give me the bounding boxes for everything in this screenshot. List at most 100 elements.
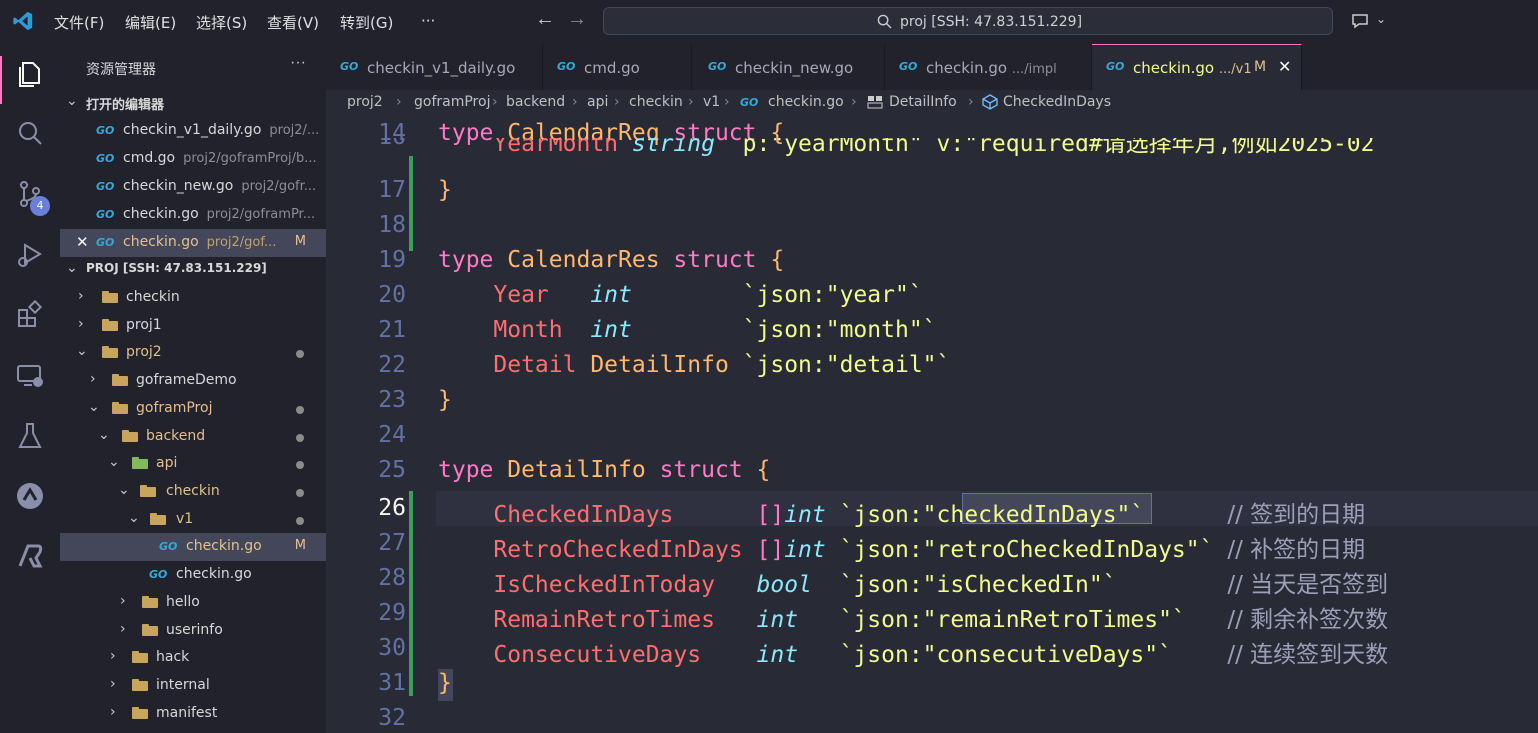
breadcrumb-separator: ›: [614, 94, 620, 110]
tree-folder-goframProj[interactable]: ⌄ goframProj: [60, 395, 326, 423]
menu-selection[interactable]: 选择(S): [196, 12, 247, 33]
tree-folder-proj2[interactable]: ⌄ proj2: [60, 339, 326, 367]
go-file-icon: GO: [96, 236, 115, 249]
code-text: }: [438, 387, 452, 413]
tab-checkin-new[interactable]: GO checkin_new.go: [692, 44, 885, 90]
folder-open-icon: [140, 485, 156, 497]
folder-icon: [142, 624, 158, 636]
folder-api-icon: [132, 457, 148, 469]
go-file-icon: GO: [740, 96, 759, 109]
folder-icon: [102, 291, 118, 303]
code-line[interactable]: 31}: [326, 666, 1538, 701]
line-number: 18: [378, 212, 406, 238]
close-icon[interactable]: ✕: [76, 233, 89, 251]
tree-folder-manifest[interactable]: › manifest: [60, 700, 326, 728]
chevron-down-icon: ⌄: [76, 343, 88, 359]
chevron-right-icon: ›: [90, 371, 96, 387]
chevron-down-icon[interactable]: ⌄: [1376, 12, 1386, 26]
source-control-badge: 4: [30, 196, 50, 216]
code-line[interactable]: 18: [326, 208, 1538, 243]
code-line[interactable]: 23}: [326, 383, 1538, 418]
code-line[interactable]: 25 type DetailInfo struct {: [326, 453, 1538, 488]
tree-folder-hack[interactable]: › hack: [60, 644, 326, 672]
code-line[interactable]: 19 type CalendarRes struct {: [326, 243, 1538, 278]
tree-folder-api[interactable]: ⌄ api: [60, 450, 326, 478]
command-center-search[interactable]: proj [SSH: 47.83.151.229]: [603, 7, 1333, 35]
line-number: 21: [378, 317, 406, 343]
more-actions-icon[interactable]: ···: [290, 54, 306, 72]
code-line[interactable]: 20 Year int `json:"year"`: [326, 278, 1538, 313]
tree-folder-internal[interactable]: › internal: [60, 672, 326, 700]
breadcrumb-separator: ›: [396, 94, 402, 110]
menu-view[interactable]: 查看(V): [267, 12, 319, 33]
code-line[interactable]: 30 ConsecutiveDays int `json:"consecutiv…: [326, 631, 1538, 668]
open-editors-header[interactable]: ⌄ 打开的编辑器: [60, 89, 326, 117]
open-editor-item[interactable]: GO checkin_new.go proj2/gofr...: [60, 173, 326, 201]
breadcrumb-separator: ›: [688, 94, 694, 110]
breadcrumb-item[interactable]: CheckedInDays: [1003, 94, 1111, 110]
extensions-icon[interactable]: [14, 298, 46, 330]
menu-go[interactable]: 转到(G): [340, 12, 393, 33]
code-line[interactable]: 22 Detail DetailInfo `json:"detail"`: [326, 348, 1538, 383]
line-number: 31: [378, 670, 406, 696]
project-header[interactable]: ⌄ PROJ [SSH: 47.83.151.229]: [60, 256, 326, 284]
breadcrumb-item[interactable]: api: [587, 94, 608, 110]
tree-folder-checkin[interactable]: › checkin: [60, 284, 326, 312]
go-file-icon: GO: [899, 60, 918, 73]
tab-checkin-impl[interactable]: GO checkin.go .../impl: [885, 44, 1092, 90]
breadcrumb-item[interactable]: DetailInfo: [889, 94, 957, 110]
forward-arrow-icon[interactable]: →: [567, 8, 587, 31]
folder-icon: [142, 596, 158, 608]
code-line[interactable]: 28 IsCheckedInToday bool `json:"isChecke…: [326, 561, 1538, 598]
tree-file-checkin-go-selected[interactable]: GO checkin.go M: [60, 533, 326, 561]
testing-icon[interactable]: [14, 420, 46, 452]
code-line[interactable]: 16 YearMonth string `p:"yearMonth" v:"re…: [326, 138, 1538, 160]
line-number: 32: [378, 705, 406, 731]
search-view-icon[interactable]: [14, 118, 46, 150]
breadcrumb-item[interactable]: checkin: [629, 94, 683, 110]
breadcrumb-item[interactable]: checkin.go: [768, 94, 844, 110]
folder-icon: [132, 651, 148, 663]
code-line[interactable]: 21 Month int `json:"month"`: [326, 313, 1538, 348]
rest-client-icon[interactable]: [14, 540, 46, 572]
tree-folder-goframeDemo[interactable]: › goframeDemo: [60, 367, 326, 395]
code-editor[interactable]: 14type CalendarReq struct {16 YearMonth …: [326, 116, 1538, 733]
run-debug-icon[interactable]: [14, 238, 46, 270]
tree-folder-backend[interactable]: ⌄ backend: [60, 423, 326, 451]
code-line[interactable]: 17}: [326, 173, 1538, 208]
close-icon[interactable]: ✕: [1278, 57, 1291, 76]
tree-folder-userinfo[interactable]: › userinfo: [60, 617, 326, 645]
code-line[interactable]: 29 RemainRetroTimes int `json:"remainRet…: [326, 596, 1538, 633]
search-text: proj [SSH: 47.83.151.229]: [900, 14, 1083, 30]
menu-file[interactable]: 文件(F): [54, 12, 104, 33]
tree-folder-proj1[interactable]: › proj1: [60, 312, 326, 340]
gitlens-icon[interactable]: [14, 480, 46, 512]
open-editor-item[interactable]: GO checkin.go proj2/goframPr...: [60, 201, 326, 229]
tab-cmd[interactable]: GO cmd.go: [543, 44, 692, 90]
tree-folder-v1[interactable]: ⌄ v1: [60, 506, 326, 534]
code-line[interactable]: 27 RetroCheckedInDays []int `json:"retro…: [326, 526, 1538, 563]
code-line[interactable]: 32: [326, 701, 1538, 733]
code-line[interactable]: 24: [326, 418, 1538, 453]
vscode-logo-icon[interactable]: [12, 10, 34, 32]
menu-edit[interactable]: 编辑(E): [125, 12, 176, 33]
open-editor-item-active[interactable]: ✕ GO checkin.go proj2/gof... M: [60, 229, 326, 257]
tree-folder-hello[interactable]: › hello: [60, 589, 326, 617]
back-arrow-icon[interactable]: ←: [535, 8, 555, 31]
tree-folder-checkin[interactable]: ⌄ checkin: [60, 478, 326, 506]
tree-file-checkin-go[interactable]: GO checkin.go: [60, 561, 326, 589]
breadcrumb-item[interactable]: v1: [703, 94, 720, 110]
tab-checkin-v1-daily[interactable]: GO checkin_v1_daily.go: [326, 44, 543, 90]
copilot-chat-icon[interactable]: [1351, 12, 1371, 30]
code-line[interactable]: 26 CheckedInDays []int `json:"checkedInD…: [326, 491, 1538, 528]
breadcrumb-item[interactable]: goframProj: [414, 94, 490, 110]
explorer-icon[interactable]: [14, 58, 46, 90]
breadcrumb-item[interactable]: proj2: [347, 94, 383, 110]
remote-explorer-icon[interactable]: [14, 360, 46, 392]
open-editor-item[interactable]: GO cmd.go proj2/goframProj/b...: [60, 145, 326, 173]
tab-checkin-v1-active[interactable]: GO checkin.go .../v1 M ✕: [1092, 44, 1302, 90]
menu-more[interactable]: ···: [421, 12, 435, 30]
open-editor-item[interactable]: GO checkin_v1_daily.go proj2/...: [60, 117, 326, 145]
chevron-right-icon: ›: [110, 676, 116, 692]
breadcrumb-item[interactable]: backend: [506, 94, 565, 110]
